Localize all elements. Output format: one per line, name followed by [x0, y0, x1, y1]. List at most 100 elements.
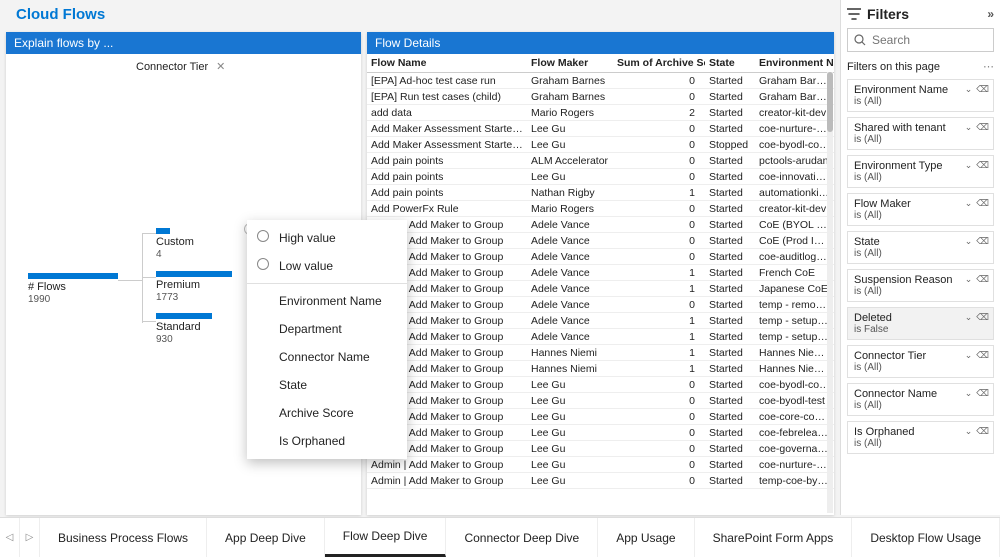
- table-row[interactable]: Add PowerFx RuleMario Rogers0Startedcrea…: [367, 201, 834, 217]
- breadcrumb-label[interactable]: Connector Tier: [136, 61, 208, 73]
- context-menu-item[interactable]: Is Orphaned: [247, 427, 407, 455]
- tree-node-custom[interactable]: Custom 4: [156, 228, 236, 260]
- table-cell: Adele Vance: [527, 217, 613, 233]
- chevron-down-icon[interactable]: ⌄: [965, 312, 973, 323]
- table-row[interactable]: Admin | Add Maker to GroupLee Gu0Started…: [367, 473, 834, 489]
- column-header[interactable]: Environment Name: [755, 54, 834, 73]
- table-row[interactable]: Add pain pointsNathan Rigby1Startedautom…: [367, 185, 834, 201]
- table-cell: Adele Vance: [527, 329, 613, 345]
- table-row[interactable]: Add Maker Assessment Starter DataLee Gu0…: [367, 137, 834, 153]
- context-menu-item[interactable]: Department: [247, 315, 407, 343]
- table-row[interactable]: Admin | Add Maker to GroupLee Gu0Started…: [367, 393, 834, 409]
- filter-card[interactable]: Flow Makeris (All)⌄⌫: [847, 193, 994, 226]
- filter-card[interactable]: Environment Nameis (All)⌄⌫: [847, 79, 994, 112]
- context-menu-item[interactable]: Low value: [247, 252, 407, 280]
- table-cell: pctools-arudan: [755, 153, 834, 169]
- table-row[interactable]: Admin | Add Maker to GroupLee Gu0Started…: [367, 377, 834, 393]
- context-menu-item[interactable]: High value: [247, 224, 407, 252]
- table-row[interactable]: Admin | Add Maker to GroupAdele Vance1St…: [367, 281, 834, 297]
- table-row[interactable]: Admin | Add Maker to GroupAdele Vance0St…: [367, 217, 834, 233]
- chevron-down-icon[interactable]: ⌄: [965, 426, 973, 437]
- filters-more-icon[interactable]: ⋯: [983, 60, 994, 73]
- eraser-icon[interactable]: ⌫: [976, 236, 989, 247]
- page-tab[interactable]: App Deep Dive: [207, 518, 325, 557]
- eraser-icon[interactable]: ⌫: [976, 274, 989, 285]
- table-cell: temp - setup testing 4: [755, 329, 834, 345]
- filters-pane: Filters » Filters on this page ⋯ Environ…: [840, 0, 1000, 515]
- page-tab[interactable]: SharePoint Form Apps: [695, 518, 853, 557]
- chevron-down-icon[interactable]: ⌄: [965, 274, 973, 285]
- tree-node-standard[interactable]: Standard 930: [156, 313, 236, 345]
- page-tab[interactable]: App Usage: [598, 518, 694, 557]
- table-row[interactable]: Admin | Add Maker to GroupAdele Vance1St…: [367, 313, 834, 329]
- table-row[interactable]: add dataMario Rogers2Startedcreator-kit-…: [367, 105, 834, 121]
- chevron-down-icon[interactable]: ⌄: [965, 160, 973, 171]
- filter-card[interactable]: Deletedis False⌄⌫: [847, 307, 994, 340]
- filter-card[interactable]: Suspension Reasonis (All)⌄⌫: [847, 269, 994, 302]
- table-cell: 2: [613, 105, 705, 121]
- eraser-icon[interactable]: ⌫: [976, 198, 989, 209]
- context-menu-label: Connector Name: [279, 350, 370, 364]
- eraser-icon[interactable]: ⌫: [976, 312, 989, 323]
- chevron-down-icon[interactable]: ⌄: [965, 198, 973, 209]
- column-header[interactable]: State: [705, 54, 755, 73]
- table-row[interactable]: Admin | Add Maker to GroupAdele Vance0St…: [367, 297, 834, 313]
- tabs-prev-icon[interactable]: ◁: [0, 518, 20, 557]
- eraser-icon[interactable]: ⌫: [976, 84, 989, 95]
- breadcrumb-clear-icon[interactable]: ✕: [216, 60, 225, 73]
- tree-root-node[interactable]: # Flows 1990: [28, 273, 118, 305]
- context-menu-item[interactable]: Archive Score: [247, 399, 407, 427]
- eraser-icon[interactable]: ⌫: [976, 350, 989, 361]
- chevron-down-icon[interactable]: ⌄: [965, 122, 973, 133]
- chevron-down-icon[interactable]: ⌄: [965, 350, 973, 361]
- table-row[interactable]: Admin | Add Maker to GroupLee Gu0Started…: [367, 441, 834, 457]
- table-row[interactable]: Admin | Add Maker to GroupLee Gu0Started…: [367, 457, 834, 473]
- page-tab[interactable]: Flow Deep Dive: [325, 518, 447, 557]
- table-row[interactable]: [EPA] Run test cases (child)Graham Barne…: [367, 89, 834, 105]
- table-row[interactable]: Admin | Add Maker to GroupLee Gu0Started…: [367, 409, 834, 425]
- column-header[interactable]: Sum of Archive Score: [613, 54, 705, 73]
- chevron-down-icon[interactable]: ⌄: [965, 388, 973, 399]
- context-menu-item[interactable]: State: [247, 371, 407, 399]
- filter-card[interactable]: Is Orphanedis (All)⌄⌫: [847, 421, 994, 454]
- chevron-down-icon[interactable]: ⌄: [965, 236, 973, 247]
- table-row[interactable]: Admin | Add Maker to GroupLee Gu0Started…: [367, 425, 834, 441]
- filter-card[interactable]: Connector Nameis (All)⌄⌫: [847, 383, 994, 416]
- flow-details-table[interactable]: Flow NameFlow MakerSum of Archive ScoreS…: [367, 54, 834, 489]
- filters-search-input[interactable]: [872, 33, 1000, 47]
- eraser-icon[interactable]: ⌫: [976, 388, 989, 399]
- tree-node-premium[interactable]: Premium 1773: [156, 271, 236, 303]
- table-row[interactable]: [EPA] Ad-hoc test case runGraham Barnes0…: [367, 73, 834, 89]
- filter-card[interactable]: Stateis (All)⌄⌫: [847, 231, 994, 264]
- page-tab[interactable]: Business Process Flows: [40, 518, 207, 557]
- table-cell: creator-kit-dev: [755, 105, 834, 121]
- table-row[interactable]: Add Maker Assessment Starter DataLee Gu0…: [367, 121, 834, 137]
- table-row[interactable]: Admin | Add Maker to GroupAdele Vance1St…: [367, 265, 834, 281]
- page-tab[interactable]: Desktop Flow Usage: [852, 518, 1000, 557]
- table-row[interactable]: Admin | Add Maker to GroupAdele Vance0St…: [367, 233, 834, 249]
- eraser-icon[interactable]: ⌫: [976, 122, 989, 133]
- table-row[interactable]: Admin | Add Maker to GroupHannes Niemi1S…: [367, 345, 834, 361]
- table-row[interactable]: Admin | Add Maker to GroupAdele Vance1St…: [367, 329, 834, 345]
- page-tabs: ◁ ▷ Business Process FlowsApp Deep DiveF…: [0, 517, 1000, 557]
- context-menu-item[interactable]: Environment Name: [247, 287, 407, 315]
- table-scrollbar-thumb[interactable]: [827, 72, 833, 132]
- filter-card-value: is (All): [854, 134, 987, 145]
- filter-card[interactable]: Shared with tenantis (All)⌄⌫: [847, 117, 994, 150]
- eraser-icon[interactable]: ⌫: [976, 160, 989, 171]
- context-menu-item[interactable]: Connector Name: [247, 343, 407, 371]
- column-header[interactable]: Flow Name: [367, 54, 527, 73]
- table-row[interactable]: Add pain pointsALM Accelerator0Startedpc…: [367, 153, 834, 169]
- filters-search[interactable]: [847, 28, 994, 52]
- table-row[interactable]: Admin | Add Maker to GroupAdele Vance0St…: [367, 249, 834, 265]
- page-tab[interactable]: Connector Deep Dive: [446, 518, 598, 557]
- table-row[interactable]: Admin | Add Maker to GroupHannes Niemi1S…: [367, 361, 834, 377]
- tabs-next-icon[interactable]: ▷: [20, 518, 40, 557]
- filter-card[interactable]: Connector Tieris (All)⌄⌫: [847, 345, 994, 378]
- eraser-icon[interactable]: ⌫: [976, 426, 989, 437]
- chevron-down-icon[interactable]: ⌄: [965, 84, 973, 95]
- filter-card[interactable]: Environment Typeis (All)⌄⌫: [847, 155, 994, 188]
- table-row[interactable]: Add pain pointsLee Gu0Startedcoe-innovat…: [367, 169, 834, 185]
- column-header[interactable]: Flow Maker: [527, 54, 613, 73]
- filters-expand-icon[interactable]: »: [987, 7, 994, 21]
